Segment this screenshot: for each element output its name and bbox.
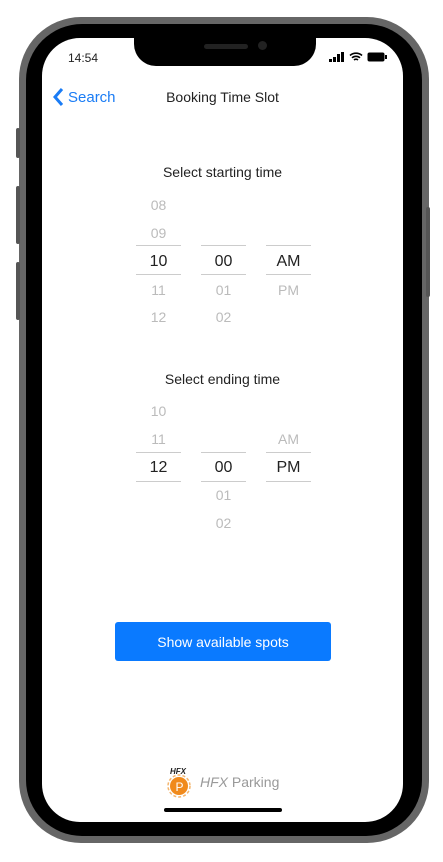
picker-option[interactable]: AM — [266, 429, 311, 449]
notch — [134, 38, 316, 66]
show-available-spots-button[interactable]: Show available spots — [115, 622, 331, 661]
app-logo: HFX P HFX Parking — [164, 766, 279, 798]
picker-selected[interactable]: AM — [266, 252, 311, 272]
volume-up-button — [16, 186, 20, 244]
picker-option[interactable]: 08 — [136, 195, 181, 215]
power-button — [426, 207, 430, 297]
picker-option[interactable]: 12 — [136, 307, 181, 327]
parking-logo-icon: HFX P — [167, 767, 191, 798]
screen: 14:54 Search Booking Time Slot Select st… — [42, 38, 403, 822]
picker-selected[interactable]: 10 — [136, 252, 181, 272]
wifi-icon — [349, 52, 363, 61]
picker-selected[interactable]: 00 — [201, 252, 246, 272]
home-indicator[interactable] — [164, 808, 282, 812]
start-time-label: Select starting time — [162, 164, 283, 180]
picker-selected[interactable]: 12 — [136, 458, 181, 478]
svg-text:P: P — [176, 780, 184, 794]
end-time-label: Select ending time — [164, 371, 281, 387]
picker-option[interactable]: 01 — [201, 280, 246, 300]
picker-selected[interactable]: PM — [266, 458, 311, 478]
app-name: HFX Parking — [200, 774, 280, 790]
status-time: 14:54 — [68, 51, 99, 65]
picker-option[interactable]: 09 — [136, 223, 181, 243]
battery-icon — [367, 52, 387, 62]
picker-selected[interactable]: 00 — [201, 458, 246, 478]
page-title: Booking Time Slot — [166, 89, 279, 105]
mute-switch — [16, 128, 20, 158]
picker-option[interactable]: 01 — [201, 485, 246, 505]
picker-option[interactable]: 10 — [136, 401, 181, 421]
status-icons — [329, 52, 387, 62]
signal-icon — [329, 52, 344, 62]
picker-option[interactable]: 11 — [136, 280, 181, 300]
picker-option[interactable]: 02 — [201, 307, 246, 327]
picker-option[interactable]: 11 — [136, 429, 181, 449]
picker-option[interactable]: PM — [266, 280, 311, 300]
picker-option[interactable]: 02 — [201, 513, 246, 533]
volume-down-button — [16, 262, 20, 320]
